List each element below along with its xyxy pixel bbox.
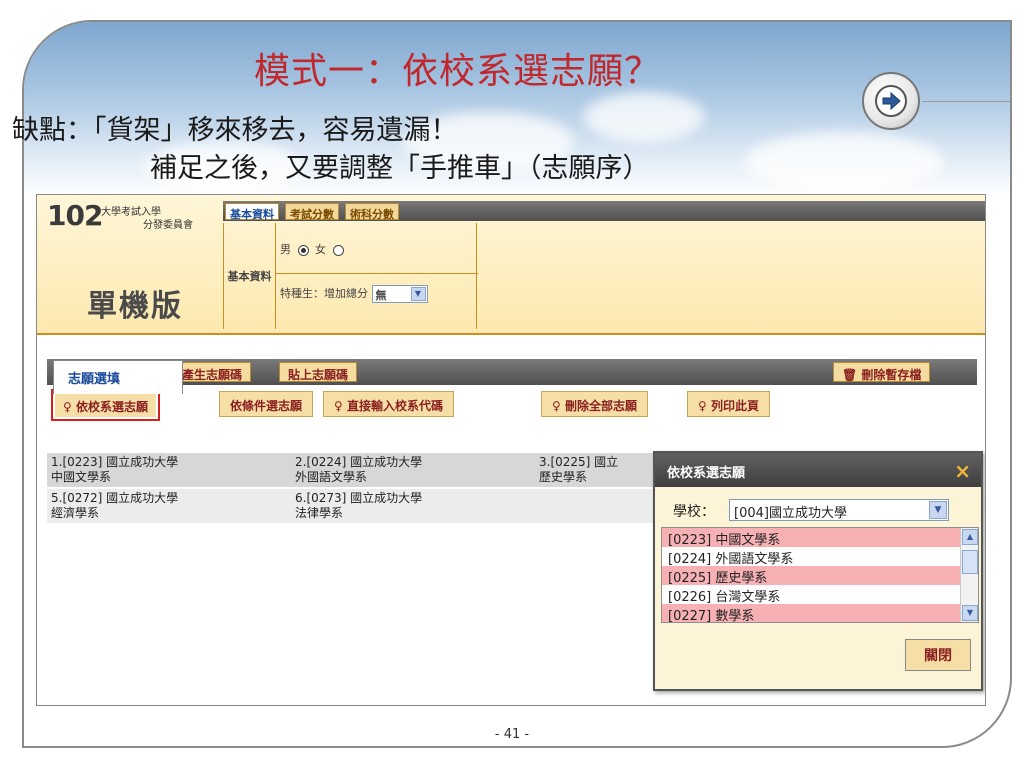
- tab-exam-scores[interactable]: 考試分數: [285, 203, 339, 221]
- app-screenshot: 102 大學考試入學 分發委員會 單機版 基本資料 考試分數 術科分數 基本資料…: [36, 194, 986, 706]
- next-slide-button[interactable]: [862, 72, 920, 130]
- gender-male-radio[interactable]: [297, 244, 309, 256]
- produce-code-button[interactable]: 產生志願碼: [173, 362, 252, 382]
- wish-cell-2[interactable]: 2.[0224] 國立成功大學 外國語文學系: [291, 453, 535, 487]
- logo-line-2: 分發委員會: [143, 220, 193, 231]
- dialog-body: 學校： [004]國立成功大學 ▼ [0223] 中國文學系 [0224] 外國…: [655, 487, 981, 689]
- chevron-down-icon[interactable]: ▼: [962, 605, 978, 621]
- wish-cell-5[interactable]: 5.[0272] 國立成功大學 經濟學系: [47, 489, 291, 523]
- wish-code: 1.[0223] 國立成功大學: [51, 455, 179, 469]
- sub-tab-delete-all[interactable]: ♀ 刪除全部志願: [541, 391, 648, 417]
- app-header: 102 大學考試入學 分發委員會 單機版 基本資料 考試分數 術科分數 基本資料…: [37, 195, 985, 335]
- tab-basic-info[interactable]: 基本資料: [225, 203, 279, 221]
- gender-female-radio[interactable]: [332, 244, 344, 256]
- sub-tab-label: 依校系選志願: [75, 400, 148, 414]
- gender-row: 男 女: [280, 241, 347, 257]
- school-label: 學校：: [673, 504, 715, 520]
- page-number: - 41 -: [494, 727, 530, 742]
- school-select-value: [004]國立成功大學: [734, 506, 847, 521]
- paste-code-button[interactable]: 貼上志願碼: [279, 362, 358, 382]
- followup-line: 補足之後，又要調整「手推車」（志願序）: [150, 153, 650, 184]
- tab-skill-scores[interactable]: 術科分數: [345, 203, 399, 221]
- logo: 102 大學考試入學 分發委員會: [47, 199, 237, 241]
- list-item[interactable]: [0226] 台灣文學系: [662, 585, 978, 605]
- department-list[interactable]: [0223] 中國文學系 [0224] 外國語文學系 [0225] 歷史學系 […: [661, 527, 979, 623]
- bulb-icon: ♀: [334, 399, 343, 413]
- sub-tab-label: 列印此頁: [710, 399, 759, 413]
- close-icon[interactable]: ×: [954, 459, 971, 483]
- bulb-icon: ♀: [63, 400, 72, 414]
- sub-tab-print[interactable]: ♀ 列印此頁: [687, 391, 770, 417]
- select-by-school-dialog: 依校系選志願 × 學校： [004]國立成功大學 ▼ [0223] 中國文學系 …: [653, 451, 983, 691]
- info-divider: [276, 273, 478, 274]
- logo-number: 102: [47, 199, 103, 232]
- decor-line: [922, 101, 1010, 102]
- wish-dept: 經濟學系: [51, 506, 100, 520]
- list-item[interactable]: [0225] 歷史學系: [662, 566, 978, 586]
- school-select[interactable]: [004]國立成功大學 ▼: [729, 499, 949, 521]
- edition-label: 單機版: [87, 289, 183, 324]
- sub-tab-label: 刪除全部志願: [564, 399, 637, 413]
- slide-title: 模式一：依校系選志願？: [254, 51, 662, 92]
- list-item[interactable]: [0223] 中國文學系: [662, 528, 978, 548]
- wish-sub-tabs: ♀ 依校系選志願 依條件選志願 ♀ 直接輸入校系代碼 ♀ 刪除全部志願 ♀ 列印…: [47, 387, 977, 427]
- basic-info-label: 基本資料: [224, 223, 276, 329]
- special-select-value: 無: [375, 289, 387, 302]
- delete-temp-label: 刪除暫存檔: [861, 368, 922, 382]
- special-row: 特種生：增加總分 無 ▼: [280, 285, 428, 303]
- dialog-header: 依校系選志願 ×: [655, 453, 981, 487]
- delete-temp-button[interactable]: 🗑 刪除暫存檔: [833, 362, 931, 382]
- trash-icon: 🗑: [842, 368, 858, 382]
- arrow-right-icon: [875, 85, 907, 117]
- chevron-down-icon: ▼: [929, 501, 947, 519]
- wish-cell-1[interactable]: 1.[0223] 國立成功大學 中國文學系: [47, 453, 291, 487]
- tab-wish-fill[interactable]: 志願選填: [53, 360, 183, 394]
- top-tab-bar: 基本資料 考試分數 術科分數: [223, 201, 985, 221]
- close-button[interactable]: 關閉: [905, 639, 971, 671]
- bulb-icon: ♀: [698, 399, 707, 413]
- wish-cell-6[interactable]: 6.[0273] 國立成功大學 法律學系: [291, 489, 535, 523]
- list-item[interactable]: [0227] 數學系: [662, 604, 978, 622]
- wish-code: 6.[0273] 國立成功大學: [295, 491, 423, 505]
- chevron-up-icon[interactable]: ▲: [962, 529, 978, 545]
- gender-male-label: 男: [280, 243, 291, 256]
- special-label: 特種生：增加總分: [280, 287, 368, 300]
- special-select[interactable]: 無 ▼: [371, 285, 428, 303]
- drawback-line: 缺點：「貨架」移來移去，容易遺漏！: [12, 115, 458, 146]
- basic-info-table: 基本資料 男 女 特種生：增加總分 無 ▼: [223, 223, 478, 329]
- sub-tab-by-condition[interactable]: 依條件選志願: [219, 391, 314, 417]
- gender-female-label: 女: [315, 243, 326, 256]
- chevron-down-icon: ▼: [410, 287, 426, 301]
- sub-tab-direct-code[interactable]: ♀ 直接輸入校系代碼: [323, 391, 454, 417]
- wish-code: 2.[0224] 國立成功大學: [295, 455, 423, 469]
- wish-code: 5.[0272] 國立成功大學: [51, 491, 179, 505]
- wish-toolbar: 志願選填 產生志願碼 貼上志願碼 🗑 刪除暫存檔: [47, 359, 977, 394]
- list-item[interactable]: [0224] 外國語文學系: [662, 547, 978, 567]
- scroll-thumb[interactable]: [962, 550, 978, 574]
- scrollbar[interactable]: ▲ ▼: [960, 528, 978, 622]
- bulb-icon: ♀: [552, 399, 561, 413]
- wish-dept: 外國語文學系: [295, 470, 368, 484]
- wish-dept: 中國文學系: [51, 470, 112, 484]
- dialog-title: 依校系選志願: [667, 466, 746, 481]
- wish-dept: 法律學系: [295, 506, 344, 520]
- sub-tab-label: 直接輸入校系代碼: [346, 399, 443, 413]
